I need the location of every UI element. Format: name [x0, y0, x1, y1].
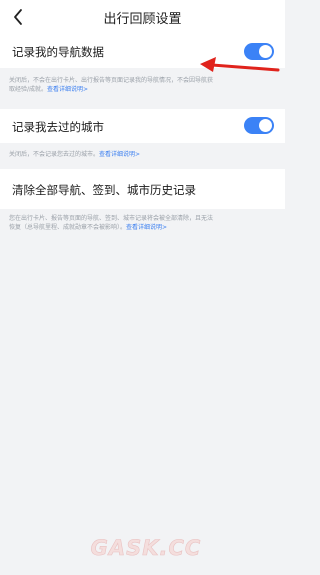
details-link[interactable]: 查看详细说明> — [47, 86, 88, 93]
watermark-text: GASK.CC — [91, 536, 202, 560]
description-line: 取经验/成就。查看详细说明> — [9, 85, 277, 94]
clear-history-description: 您在出行卡片、报告等页面的导航、签到、城市记录将会被全部清除，且无法 恢复（总导… — [9, 214, 277, 232]
description-text: 关闭后，不会记录您去过的城市。 — [9, 151, 100, 158]
red-arrow-icon — [200, 57, 280, 72]
visited-cities-toggle[interactable] — [244, 117, 274, 134]
setting-description: 关闭后，不会记录您去过的城市。查看详细说明> — [9, 150, 277, 159]
description-text: 取经验/成就。 — [9, 86, 48, 93]
setting-row-visited-cities: 记录我去过的城市 — [0, 109, 285, 143]
setting-label: 记录我去过的城市 — [12, 120, 104, 134]
description-line: 关闭后，不会记录您去过的城市。查看详细说明> — [9, 150, 277, 159]
details-link[interactable]: 查看详细说明> — [126, 224, 167, 231]
description-text: 恢复（总导航里程、成就勋章不会被影响）。 — [9, 224, 127, 231]
description-line: 关闭后，不会在出行卡片、出行报告等页面记录我的导航情况，不会因导航获 — [9, 77, 214, 84]
clear-history-label: 清除全部导航、签到、城市历史记录 — [12, 183, 196, 197]
details-link[interactable]: 查看详细说明> — [99, 151, 140, 158]
page-title: 出行回顾设置 — [103, 12, 182, 27]
watermark-logo: GASK.CC — [90, 536, 202, 561]
setting-label: 记录我的导航数据 — [12, 45, 104, 59]
clear-history-row[interactable]: 清除全部导航、签到、城市历史记录 — [0, 169, 285, 209]
description-line: 恢复（总导航里程、成就勋章不会被影响）。查看详细说明> — [9, 223, 277, 232]
setting-description: 关闭后，不会在出行卡片、出行报告等页面记录我的导航情况，不会因导航获 取经验/成… — [9, 76, 277, 94]
description-line: 您在出行卡片、报告等页面的导航、签到、城市记录将会被全部清除，且无法 — [9, 215, 214, 222]
toggle-knob — [259, 119, 272, 132]
nav-header: 出行回顾设置 — [0, 0, 285, 34]
